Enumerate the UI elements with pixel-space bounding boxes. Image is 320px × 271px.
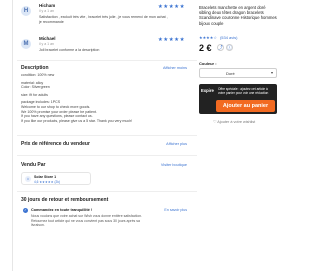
- returns-item-text: Nous voulons que votre achat sur Wish vo…: [31, 214, 143, 228]
- review-stars: ★★★★★: [157, 4, 185, 10]
- color-select[interactable]: Doré ▾: [199, 68, 277, 78]
- description-body: condition: 100% new material: alloy Colo…: [17, 73, 197, 123]
- seller-rating: 4,6 ★★★★★ (2k): [34, 180, 60, 185]
- review-text: Joli bracelet conforme a la description: [39, 48, 100, 52]
- add-to-wishlist-link[interactable]: ♡ Ajouter à votre wishlist: [213, 119, 255, 124]
- store-icon: ⌂: [25, 176, 31, 183]
- review-item: M Michael il y a 1 an ★★★★★ Joli bracele…: [17, 33, 197, 60]
- product-title: Bracelets manchette en argent doré sibli…: [199, 5, 277, 26]
- promo-box: Expire Offre spéciale : ajoutez cet arti…: [199, 84, 277, 114]
- share-icon[interactable]: ⤴: [217, 44, 224, 51]
- price-reference-title: Prix de référence du vendeur: [21, 141, 90, 148]
- review-item: H Hicham il y a 1 an ★★★★★ Satisfaction …: [17, 0, 197, 33]
- product-rating[interactable]: ★★★★☆ (534 avis): [199, 35, 238, 40]
- check-icon: ✓: [23, 208, 28, 214]
- avatar: M: [21, 39, 31, 49]
- product-price: 2 €: [199, 43, 212, 53]
- color-select-value: Doré: [226, 71, 235, 76]
- returns-title: 30 jours de retour et remboursement: [21, 197, 109, 204]
- rating-count: (534 avis): [219, 35, 238, 40]
- show-more-link[interactable]: Afficher plus: [166, 142, 187, 146]
- returns-header: 30 jours de retour et remboursement: [17, 197, 197, 205]
- color-label: Couleur :: [199, 61, 217, 66]
- visit-store-link[interactable]: Visiter boutique: [161, 163, 187, 167]
- seller-header: Vendu Par Visiter boutique: [17, 162, 197, 170]
- show-less-link[interactable]: Afficher moins: [163, 66, 187, 70]
- review-date: il y a 1 an: [39, 9, 54, 13]
- avatar: H: [21, 6, 31, 16]
- returns-item-title: Commandez en toute tranquillité !: [31, 208, 93, 213]
- product-details-column: H Hicham il y a 1 an ★★★★★ Satisfaction …: [17, 0, 197, 231]
- seller-title: Vendu Par: [21, 162, 46, 169]
- description-header: Description Afficher moins: [17, 65, 197, 73]
- seller-name: Solar Store 1: [34, 175, 57, 180]
- returns-item: ✓ Commandez en toute tranquillité ! En s…: [17, 207, 197, 231]
- promo-badge: Expire: [201, 88, 214, 93]
- rating-stars: ★★★★☆: [199, 35, 217, 40]
- price-reference-header: Prix de référence du vendeur Afficher pl…: [17, 141, 197, 149]
- seller-card[interactable]: ⌂ Solar Store 1 4,6 ★★★★★ (2k): [21, 172, 91, 186]
- reviewer-name: Hicham: [39, 3, 56, 8]
- reviewer-name: Michael: [39, 36, 56, 41]
- add-to-cart-button[interactable]: Ajouter au panier: [216, 100, 275, 112]
- review-date: il y a 1 an: [39, 42, 54, 46]
- review-text: Satisfaction , exckuit très vite , brace…: [39, 15, 168, 24]
- chevron-down-icon: ▾: [270, 70, 273, 75]
- promo-text: Offre spéciale : ajoutez cet article à v…: [218, 87, 269, 95]
- review-stars: ★★★★★: [157, 37, 185, 43]
- info-icon[interactable]: ⓘ: [226, 44, 233, 51]
- learn-more-link[interactable]: En savoir plus: [164, 208, 187, 212]
- description-title: Description: [21, 65, 49, 71]
- left-border: [12, 0, 13, 271]
